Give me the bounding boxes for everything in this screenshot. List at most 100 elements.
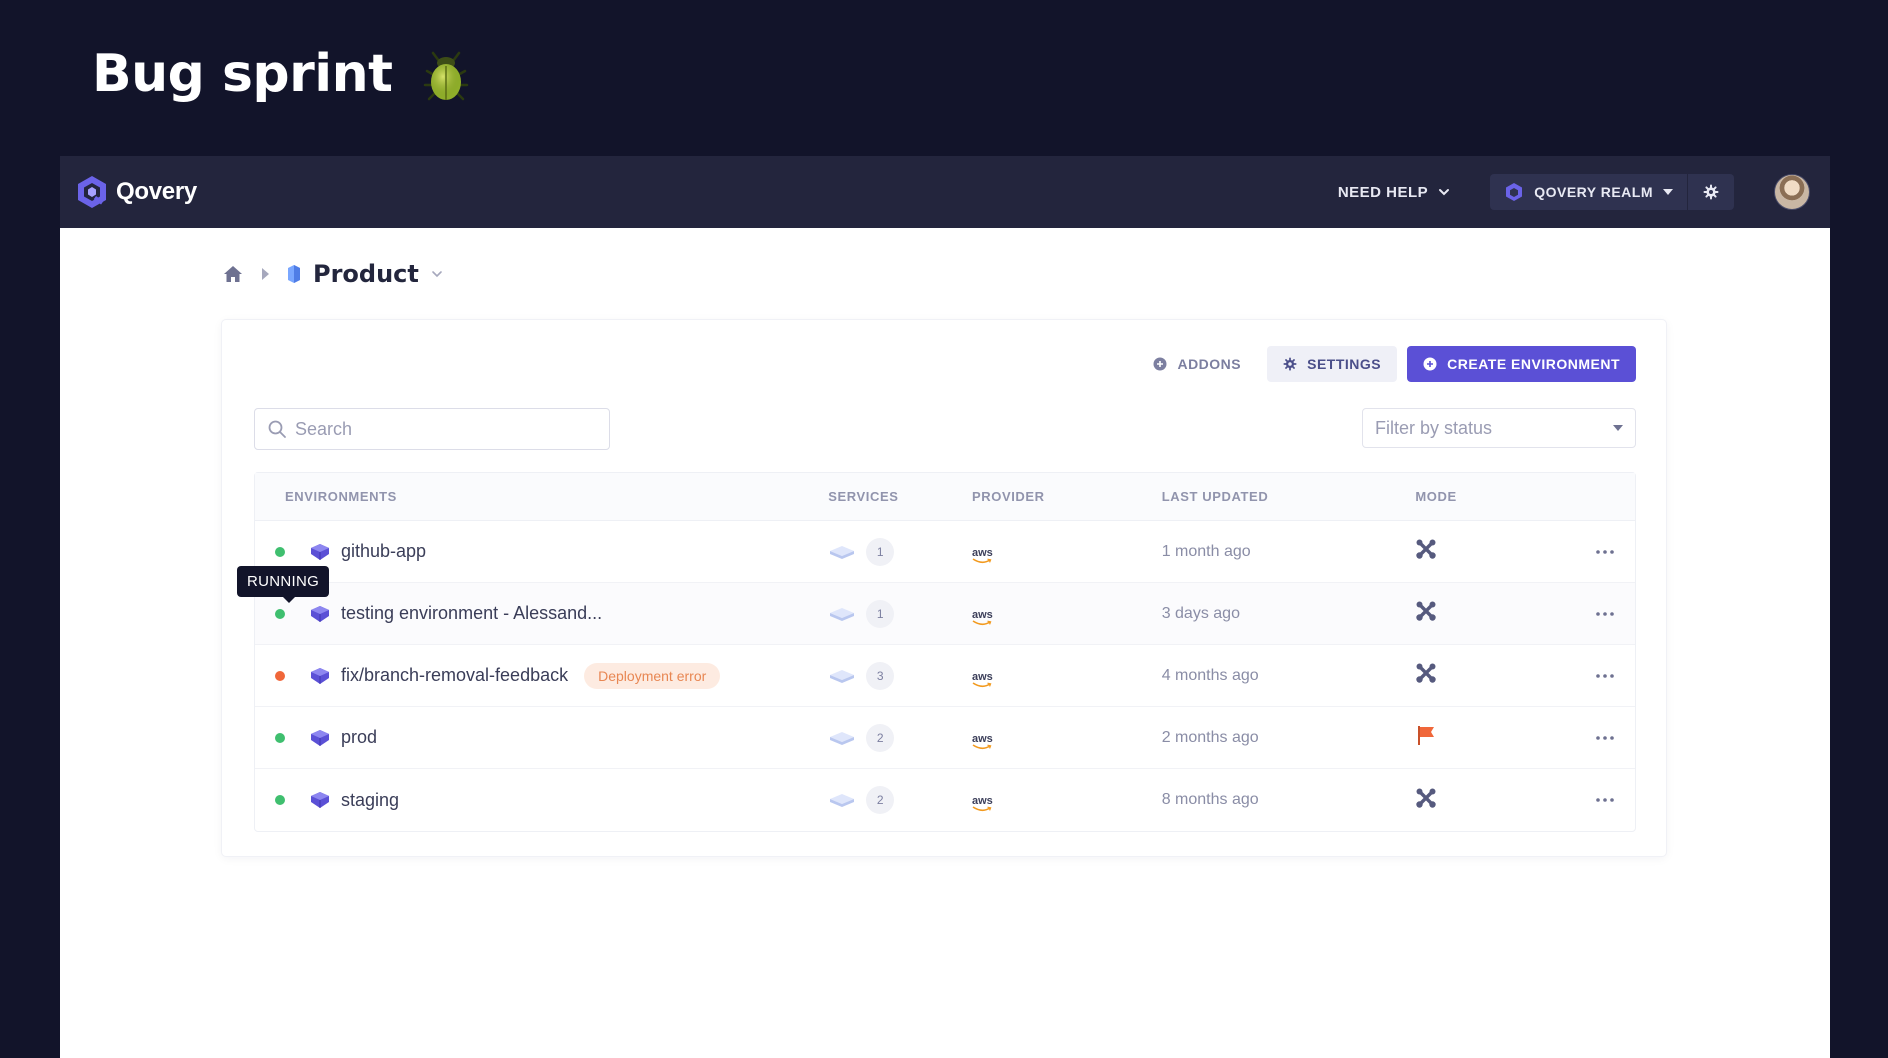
services-count: 3 [866,661,895,690]
header-last-updated[interactable]: LAST UPDATED [1162,489,1416,504]
project-title[interactable]: Product [313,260,419,288]
services-stack-icon [830,607,855,621]
services-cell: 1 [828,537,972,566]
last-updated-cell: 4 months ago [1161,666,1259,684]
provider-cell: aws [972,788,1162,812]
mode-cell [1415,662,1575,689]
last-updated-cell: 8 months ago [1161,791,1259,808]
environment-icon [311,667,329,684]
caret-down-icon [1613,425,1623,431]
status-dot[interactable] [275,670,285,681]
aws-smile-icon [972,681,992,687]
slide-title: Bug sprint [92,44,473,104]
search-input[interactable] [295,418,575,440]
table-row[interactable]: fix/branch-removal-feedback Deployment er… [255,645,1635,707]
header-mode[interactable]: MODE [1415,489,1575,504]
aws-logo-icon: aws [971,670,993,688]
aws-smile-icon [972,619,992,625]
chevron-down-icon [1439,189,1450,196]
production-flag-icon [1418,726,1435,745]
organization-settings-button[interactable] [1688,174,1734,210]
realm-label: QOVERY REALM [1534,184,1653,200]
app-window: Qovery NEED HELP QOVERY REALM Product AD… [60,156,1830,1058]
more-options-icon [1596,798,1614,802]
row-actions-button[interactable] [1575,797,1635,803]
table-row[interactable]: staging 2 aws 8 months ago [255,769,1635,831]
more-options-icon [1596,611,1614,616]
addons-label: ADDONS [1177,356,1242,372]
environment-name[interactable]: fix/branch-removal-feedback [341,665,568,686]
row-actions-button[interactable] [1575,549,1635,555]
provider-label: aws [971,546,993,559]
services-count: 1 [866,599,895,628]
top-navbar: Qovery NEED HELP QOVERY REALM [60,156,1830,228]
environment-name[interactable]: prod [341,727,377,748]
provider-label: aws [971,670,993,683]
header-environments[interactable]: ENVIRONMENTS [255,489,828,504]
provider-label: aws [971,732,993,745]
environment-name[interactable]: staging [341,790,399,811]
services-stack-icon [830,794,855,807]
environment-cell: fix/branch-removal-feedback Deployment er… [255,662,828,689]
development-mode-icon [1416,663,1437,683]
environment-icon [311,792,329,808]
create-environment-label: CREATE ENVIRONMENT [1447,356,1620,372]
environment-name[interactable]: testing environment - Alessand... [341,603,602,624]
services-stack-icon [830,731,855,745]
status-tooltip: RUNNING [237,566,330,603]
avatar[interactable] [1774,174,1810,210]
mode-cell [1415,787,1575,814]
row-actions-button[interactable] [1575,611,1635,617]
table-row[interactable]: github-app 1 aws 1 month ago [255,521,1635,583]
realm-icon [1506,183,1523,201]
table-row[interactable]: prod 2 aws 2 months ago [255,707,1635,769]
environment-icon [311,729,329,746]
aws-smile-icon [972,806,992,812]
row-actions-button[interactable] [1575,673,1635,679]
environment-cell: staging [255,790,828,811]
settings-button[interactable]: SETTINGS [1267,346,1398,382]
status-dot[interactable] [275,795,285,805]
environment-icon [311,543,329,560]
services-count: 1 [866,537,895,566]
aws-logo-icon: aws [971,546,993,564]
status-badge: Deployment error [584,662,721,689]
status-dot[interactable] [275,732,285,743]
more-options-icon [1596,673,1614,678]
search-box [254,408,610,450]
header-provider[interactable]: PROVIDER [972,489,1162,504]
beetle-icon [423,51,468,101]
provider-cell: aws [972,540,1162,564]
plus-circle-icon [1423,357,1437,371]
slide-heading: Bug sprint [92,44,393,104]
addons-button[interactable]: ADDONS [1137,346,1258,382]
home-icon[interactable] [222,263,244,285]
row-actions-button[interactable] [1575,735,1635,741]
gear-icon [1703,184,1719,200]
mode-cell [1415,538,1575,565]
environments-table: ENVIRONMENTS SERVICES PROVIDER LAST UPDA… [254,472,1636,832]
provider-cell: aws [972,726,1162,750]
status-filter-select[interactable]: Filter by status [1362,408,1636,448]
realm-button[interactable]: QOVERY REALM [1490,174,1688,210]
table-header: ENVIRONMENTS SERVICES PROVIDER LAST UPDA… [255,473,1635,521]
last-updated-cell: 2 months ago [1161,728,1259,746]
realm-switcher: QOVERY REALM [1490,174,1734,210]
aws-logo-icon: aws [972,609,993,626]
provider-cell: aws [972,664,1162,688]
chevron-down-icon[interactable] [431,268,443,280]
environment-name[interactable]: github-app [341,541,426,562]
status-dot[interactable] [275,608,285,619]
header-services[interactable]: SERVICES [828,489,972,504]
status-dot[interactable] [275,546,285,557]
table-body: github-app 1 aws 1 month ago testing environ… [255,521,1635,831]
need-help-button[interactable]: NEED HELP [1338,184,1450,201]
need-help-label: NEED HELP [1337,183,1429,201]
brand[interactable]: Qovery [74,174,197,210]
aws-logo-icon: aws [972,796,993,812]
create-environment-button[interactable]: CREATE ENVIRONMENT [1407,346,1636,382]
mode-cell [1415,724,1575,751]
aws-smile-icon [972,557,992,563]
table-row[interactable]: testing environment - Alessand... 1 aws 3 d… [255,583,1635,645]
environment-cell: prod [255,727,828,748]
